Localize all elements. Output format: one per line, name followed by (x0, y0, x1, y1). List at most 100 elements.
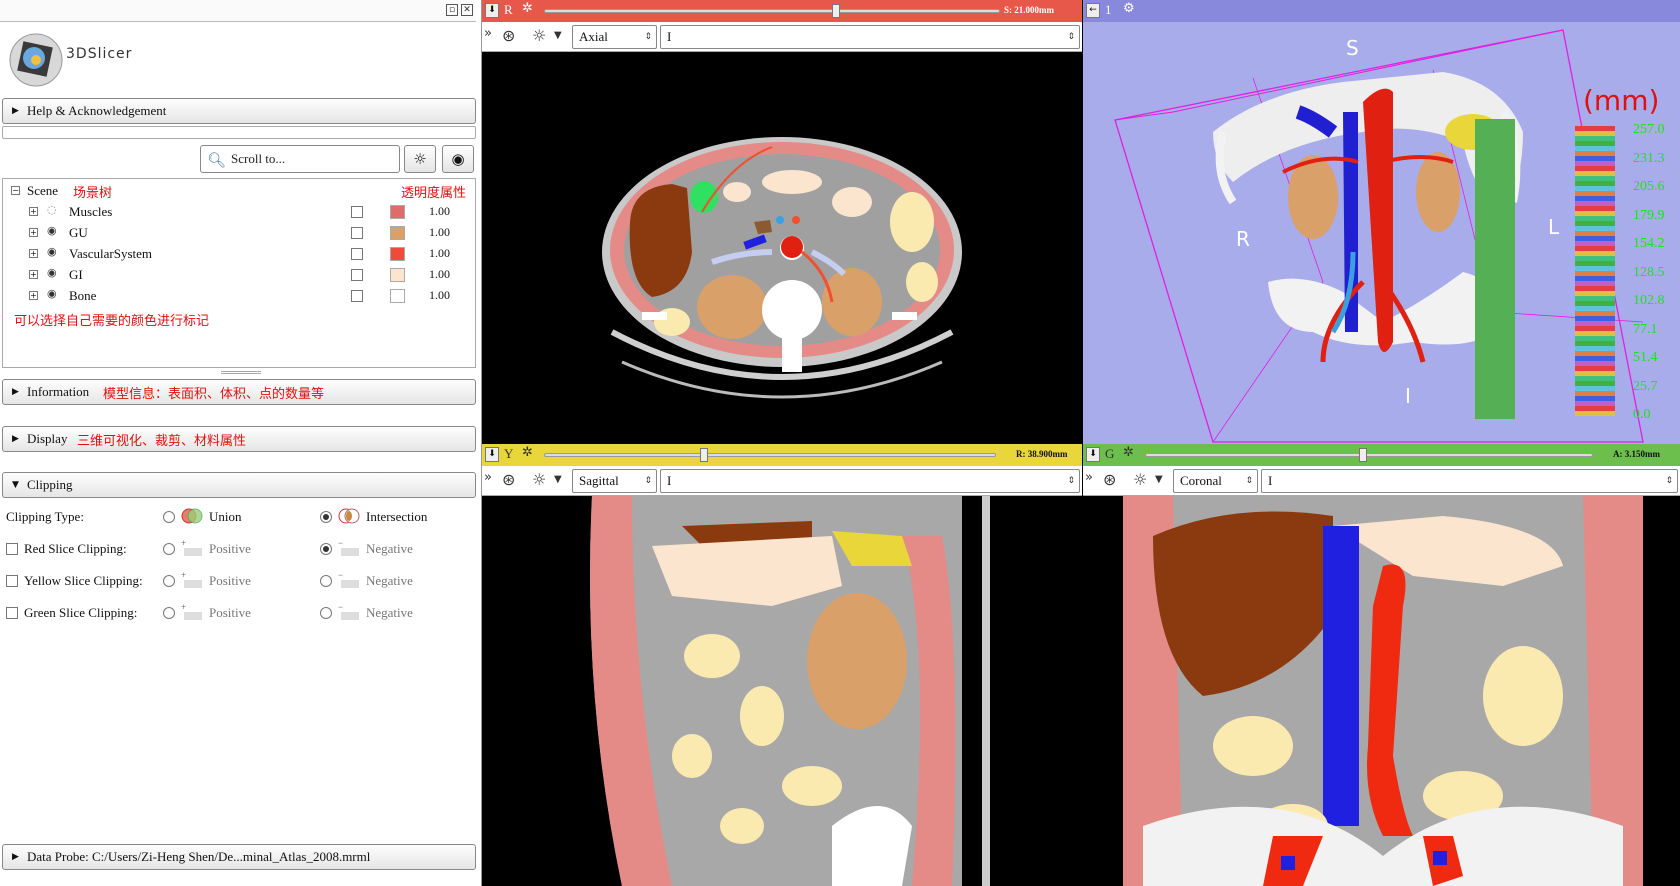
scene-tree[interactable]: − Scene 场景树 透明度属性 + ◌ Muscles 1.00 + ◉ G… (2, 178, 476, 374)
close-icon[interactable]: ✕ (461, 4, 473, 16)
color-swatch[interactable] (390, 226, 405, 240)
link-slices-icon[interactable]: ⊛ (1103, 470, 1116, 489)
scale-tick-label: 25.7 (1633, 378, 1658, 394)
splitter-handle[interactable] (221, 371, 261, 374)
information-section-header[interactable]: ▶ Information 模型信息：表面积、体积、点的数量等 (2, 379, 476, 405)
opacity-value[interactable]: 1.00 (429, 246, 450, 261)
threed-render-view[interactable]: S R L I (mm) 257.0 231.3 205.6 179.9 154.2 12… (1083, 22, 1680, 446)
opacity-value[interactable]: 1.00 (429, 288, 450, 303)
display-section-header[interactable]: ▶ Display 三维可视化、裁剪、材料属性 (2, 426, 476, 452)
green-positive-radio[interactable] (163, 607, 175, 619)
red-slice-clipping-checkbox[interactable] (6, 543, 18, 555)
pin-icon[interactable]: ← (1086, 3, 1100, 18)
chevron-right-icon[interactable]: » (484, 26, 492, 41)
chevron-right-icon[interactable]: » (1085, 470, 1093, 485)
sagittal-slice-image[interactable] (482, 496, 1082, 886)
slice-slider[interactable] (1145, 453, 1593, 457)
green-negative-radio[interactable] (320, 607, 332, 619)
tree-row-vascular[interactable]: + ◉ VascularSystem 1.00 (3, 244, 475, 265)
tree-row-gi[interactable]: + ◉ GI 1.00 (3, 265, 475, 286)
clipping-section-header[interactable]: ▼ Clipping (2, 472, 476, 498)
selectable-checkbox[interactable] (351, 248, 363, 260)
orientation-select[interactable]: Sagittal ⇕ (572, 469, 657, 493)
chevron-right-icon[interactable]: » (484, 470, 492, 485)
data-probe-section-header[interactable]: ▶ Data Probe: C:/Users/Zi-Heng Shen/De..… (2, 844, 476, 870)
link-slices-icon[interactable]: ⊛ (502, 26, 515, 45)
visibility-icon[interactable]: ☼ (532, 470, 546, 489)
negative-label: Negative (366, 573, 413, 588)
positive-label: Positive (209, 573, 251, 588)
expand-icon[interactable]: + (29, 249, 38, 258)
dropdown-arrow-icon[interactable]: ▼ (1155, 474, 1163, 485)
yellow-slice-clipping-checkbox[interactable] (6, 575, 18, 587)
selectable-checkbox[interactable] (351, 269, 363, 281)
red-negative-radio[interactable] (320, 543, 332, 555)
color-swatch[interactable] (390, 289, 405, 303)
orientation-value: Sagittal (579, 473, 619, 488)
coronal-slice-image[interactable] (1083, 496, 1680, 886)
selectable-checkbox[interactable] (351, 227, 363, 239)
yellow-positive-radio[interactable] (163, 575, 175, 587)
expand-icon[interactable]: + (29, 207, 38, 216)
collapse-icon[interactable]: − (11, 186, 20, 195)
layer-select[interactable]: I ⇕ (660, 469, 1080, 493)
layer-value: I (667, 29, 672, 44)
link-slices-icon[interactable]: ⊛ (502, 470, 515, 489)
slice-slider[interactable] (544, 453, 996, 457)
module-selector-bar[interactable] (2, 126, 476, 139)
slider-thumb[interactable] (1359, 448, 1367, 462)
axial-slice-image[interactable] (482, 52, 1082, 446)
eye-icon[interactable]: ◉ (47, 266, 57, 279)
dropdown-arrow-icon[interactable]: ▼ (554, 474, 562, 485)
scroll-to-search-input[interactable]: 🔍︎ Scroll to... (200, 145, 400, 173)
slice-slider[interactable] (544, 9, 1000, 13)
intersection-radio[interactable] (320, 511, 332, 523)
help-section-header[interactable]: ▶ Help & Acknowledgement (2, 98, 476, 124)
union-radio[interactable] (163, 511, 175, 523)
expand-icon[interactable]: + (29, 291, 38, 300)
opacity-value[interactable]: 1.00 (429, 225, 450, 240)
layer-select[interactable]: I ⇕ (1261, 469, 1678, 493)
opacity-value[interactable]: 1.00 (429, 204, 450, 219)
visibility-icon[interactable]: ☼ (532, 26, 546, 45)
color-swatch[interactable] (390, 205, 405, 219)
orientation-select[interactable]: Coronal ⇕ (1173, 469, 1258, 493)
visibility-icon[interactable]: ☼ (1133, 470, 1147, 489)
tree-row-gu[interactable]: + ◉ GU 1.00 (3, 223, 475, 244)
color-swatch[interactable] (390, 268, 405, 282)
dropdown-arrow-icon[interactable]: ▼ (554, 30, 562, 41)
color-swatch[interactable] (390, 247, 405, 261)
settings-gear-icon[interactable]: ⚙ (1123, 1, 1135, 16)
eye-icon[interactable]: ◉ (47, 287, 57, 300)
tree-row-bone[interactable]: + ◉ Bone 1.00 (3, 286, 475, 307)
link-icon[interactable]: ✲ (522, 1, 533, 16)
red-positive-radio[interactable] (163, 543, 175, 555)
orientation-select[interactable]: Axial ⇕ (572, 25, 657, 49)
pin-icon[interactable]: ⬇ (485, 447, 499, 462)
eye-icon[interactable]: ◉ (47, 224, 57, 237)
expand-icon[interactable]: + (29, 228, 38, 237)
selectable-checkbox[interactable] (351, 290, 363, 302)
expand-icon[interactable]: + (29, 270, 38, 279)
view-letter: Y (504, 446, 514, 461)
link-icon[interactable]: ✲ (1123, 445, 1134, 460)
undock-icon[interactable]: ▫ (446, 4, 458, 16)
scene-tree-note: 场景树 (73, 186, 113, 201)
visibility-toggle-button[interactable]: ☼ (404, 145, 436, 173)
eye-icon[interactable]: ◉ (47, 245, 57, 258)
yellow-negative-radio[interactable] (320, 575, 332, 587)
pin-icon[interactable]: ⬇ (1086, 447, 1100, 462)
opacity-value[interactable]: 1.00 (429, 267, 450, 282)
link-icon[interactable]: ✲ (522, 445, 533, 460)
pin-icon[interactable]: ⬇ (485, 3, 499, 18)
selectable-checkbox[interactable] (351, 206, 363, 218)
logo-text: 3DSlicer (66, 46, 133, 62)
show-all-button[interactable]: ◉ (442, 145, 474, 173)
hidden-eye-icon[interactable]: ◌ (47, 203, 57, 216)
layer-select[interactable]: I ⇕ (660, 25, 1080, 49)
panel-title-bar: ▫ ✕ (0, 0, 476, 22)
green-slice-clipping-checkbox[interactable] (6, 607, 18, 619)
slider-thumb[interactable] (832, 4, 840, 18)
slider-thumb[interactable] (700, 448, 708, 462)
tree-row-muscles[interactable]: + ◌ Muscles 1.00 (3, 202, 475, 223)
